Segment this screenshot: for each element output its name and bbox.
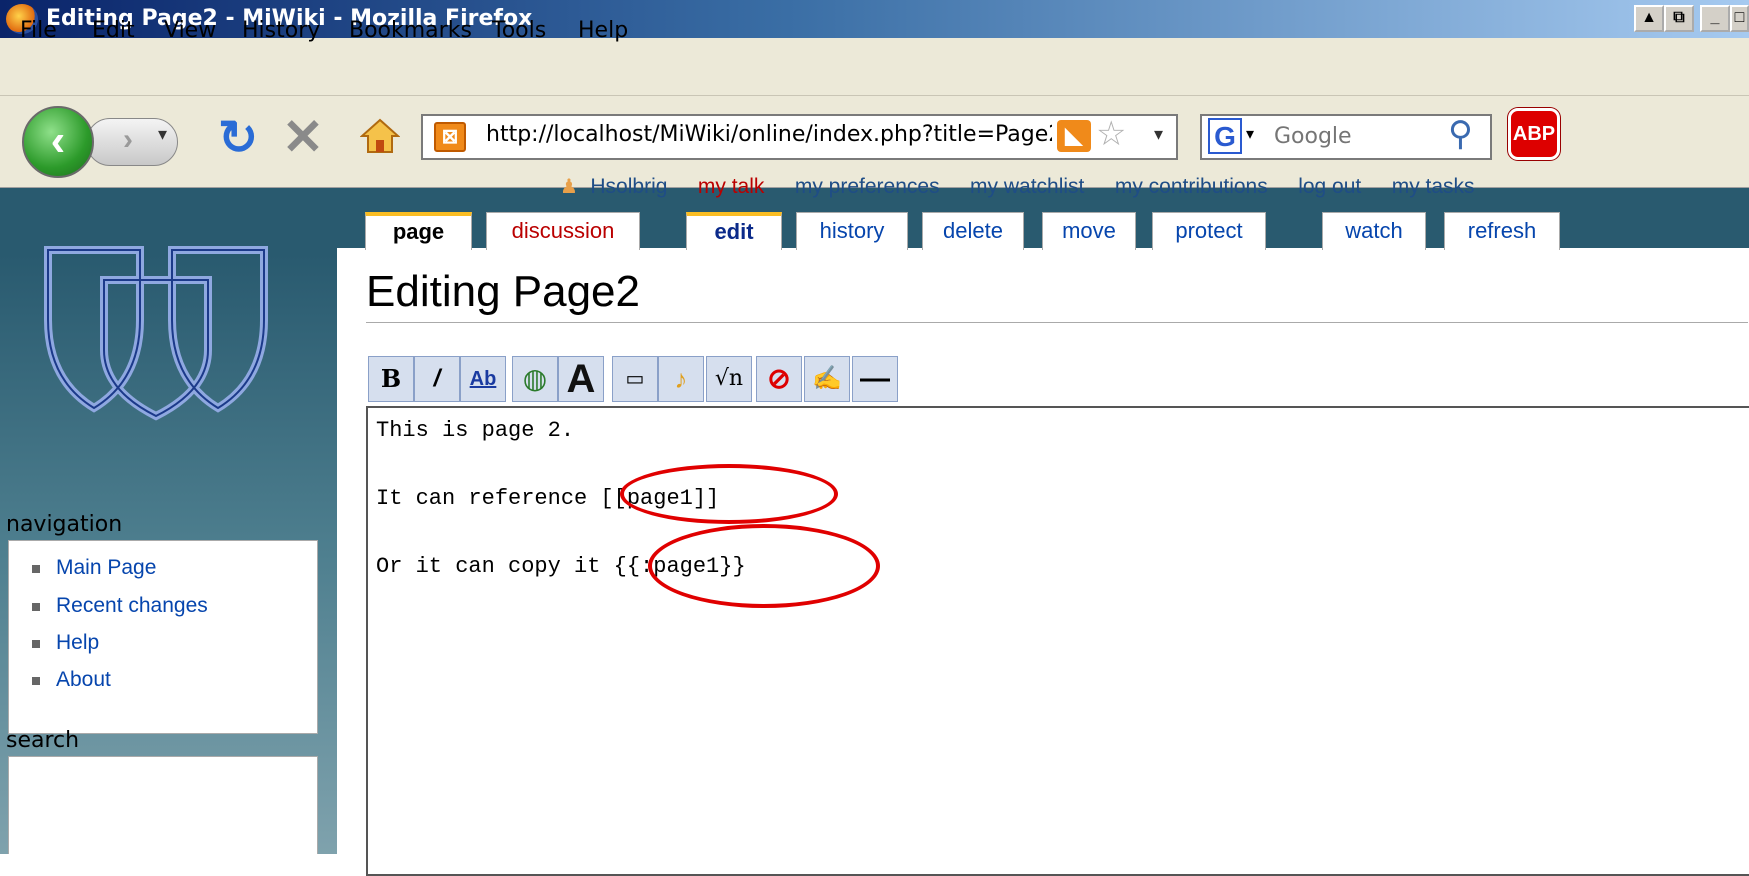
- tab-history[interactable]: history: [796, 212, 908, 250]
- horizontal-line-icon[interactable]: —: [852, 356, 898, 402]
- back-button[interactable]: ‹: [22, 106, 94, 178]
- bold-button[interactable]: B: [368, 356, 414, 402]
- reload-icon[interactable]: ↻: [218, 110, 258, 166]
- personal-tools: ♟ Hsolbrig my talk my preferences my wat…: [560, 174, 1749, 204]
- search-magnifier-icon[interactable]: ⚲: [1448, 114, 1473, 154]
- back-arrow-icon: ‹: [50, 116, 66, 165]
- menu-bookmarks[interactable]: Bookmarks: [349, 18, 472, 43]
- tab-watch[interactable]: watch: [1322, 212, 1426, 250]
- tab-delete[interactable]: delete: [922, 212, 1024, 250]
- user-link-logout[interactable]: log out: [1298, 175, 1361, 198]
- tab-protect[interactable]: protect: [1152, 212, 1266, 250]
- user-icon: ♟: [560, 176, 578, 198]
- menu-bar: [0, 38, 1749, 96]
- url-dropdown-icon[interactable]: ▾: [1154, 124, 1163, 145]
- menu-history[interactable]: History: [242, 18, 320, 43]
- bullet: [32, 603, 40, 611]
- tab-refresh[interactable]: refresh: [1444, 212, 1560, 250]
- scroll-up-icon[interactable]: ▲: [1634, 5, 1664, 32]
- italic-button[interactable]: /: [414, 356, 460, 402]
- nowiki-icon[interactable]: ⊘: [756, 356, 802, 402]
- menu-help[interactable]: Help: [578, 18, 628, 43]
- search-engine-dropdown-icon[interactable]: ▾: [1246, 124, 1254, 144]
- menu-tools[interactable]: Tools: [492, 18, 546, 43]
- annotation-ellipse: [620, 464, 838, 524]
- history-dropdown-icon[interactable]: ▾: [158, 124, 176, 154]
- minimize-icon[interactable]: _: [1700, 5, 1730, 32]
- sidebar-item-about[interactable]: About: [56, 668, 111, 692]
- stop-icon[interactable]: ✕: [282, 108, 324, 166]
- google-search-engine-icon[interactable]: G: [1208, 118, 1242, 154]
- rss-feed-icon[interactable]: ◣: [1057, 120, 1091, 152]
- menu-edit[interactable]: Edit: [92, 18, 135, 43]
- user-link-tasks[interactable]: my tasks: [1392, 175, 1475, 198]
- signature-icon[interactable]: ✍: [804, 356, 850, 402]
- restore-icon[interactable]: ⧉: [1664, 5, 1694, 32]
- image-icon[interactable]: ▭: [612, 356, 658, 402]
- internal-link-button[interactable]: Ab: [460, 356, 506, 402]
- globe-link-icon[interactable]: ◍: [512, 356, 558, 402]
- xampp-favicon-icon: ⊠: [434, 122, 466, 152]
- user-link-talk[interactable]: my talk: [698, 175, 765, 198]
- tab-page[interactable]: page: [365, 212, 472, 250]
- forward-arrow-icon: ›: [123, 123, 133, 156]
- user-link-username[interactable]: Hsolbrig: [590, 175, 667, 198]
- tab-discussion[interactable]: discussion: [486, 212, 640, 250]
- annotation-ellipse: [648, 524, 880, 608]
- bullet: [32, 640, 40, 648]
- page-title: Editing Page2: [366, 267, 640, 316]
- title-divider: [366, 322, 1748, 323]
- tab-edit[interactable]: edit: [686, 212, 782, 250]
- home-icon[interactable]: [359, 116, 401, 156]
- menu-view[interactable]: View: [164, 18, 216, 43]
- editor-line: This is page 2.: [376, 418, 575, 443]
- tab-move[interactable]: move: [1042, 212, 1136, 250]
- bookmark-star-icon[interactable]: ☆: [1096, 114, 1126, 154]
- sidebar-item-recent-changes[interactable]: Recent changes: [56, 594, 208, 618]
- user-link-preferences[interactable]: my preferences: [795, 175, 940, 198]
- media-icon[interactable]: ♪: [658, 356, 704, 402]
- maximize-icon[interactable]: □: [1730, 5, 1749, 32]
- bullet: [32, 677, 40, 685]
- sidebar-item-main-page[interactable]: Main Page: [56, 556, 156, 580]
- menu-file[interactable]: File: [20, 18, 57, 43]
- math-formula-icon[interactable]: √n: [706, 356, 752, 402]
- headline-icon[interactable]: A: [558, 356, 604, 402]
- bullet: [32, 565, 40, 573]
- search-portlet: [8, 756, 318, 854]
- navigation-portlet: [8, 540, 318, 734]
- search-heading: search: [6, 728, 80, 753]
- adblock-plus-icon[interactable]: ABP: [1508, 108, 1560, 160]
- wiki-logo: [36, 240, 276, 426]
- sidebar-item-help[interactable]: Help: [56, 631, 99, 655]
- url-field[interactable]: http://localhost/MiWiki/online/index.php…: [486, 122, 1052, 152]
- navigation-heading: navigation: [6, 512, 123, 537]
- user-link-watchlist[interactable]: my watchlist: [970, 175, 1084, 198]
- user-link-contributions[interactable]: my contributions: [1115, 175, 1268, 198]
- search-input[interactable]: [1274, 116, 1444, 156]
